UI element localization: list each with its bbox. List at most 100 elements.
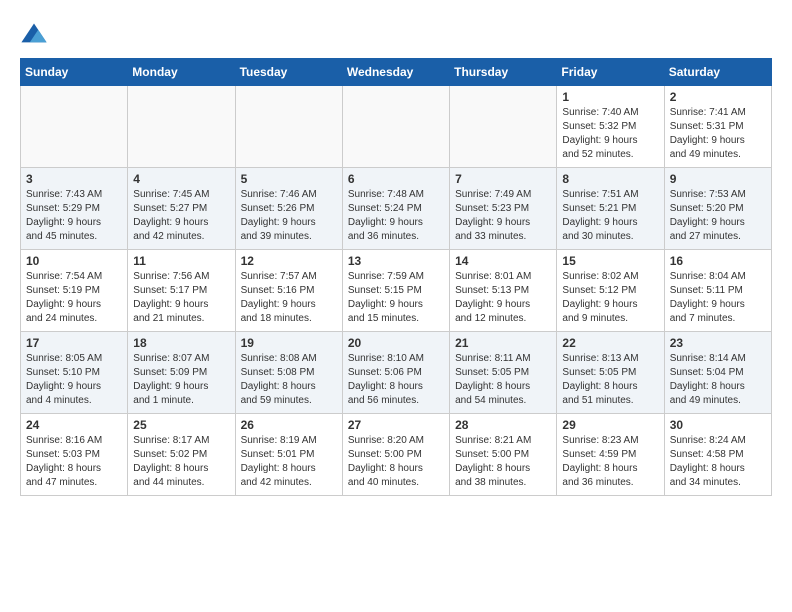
day-info: Sunrise: 7:57 AM Sunset: 5:16 PM Dayligh… <box>241 270 337 326</box>
calendar-cell: 7 Sunrise: 7:49 AM Sunset: 5:23 PM Daylig… <box>450 168 557 250</box>
day-info: Sunrise: 8:20 AM Sunset: 5:00 PM Dayligh… <box>348 434 444 490</box>
calendar-cell: 8 Sunrise: 7:51 AM Sunset: 5:21 PM Daylig… <box>557 168 664 250</box>
day-info: Sunrise: 8:04 AM Sunset: 5:11 PM Dayligh… <box>670 270 766 326</box>
header-monday: Monday <box>128 59 235 86</box>
day-number: 13 <box>348 254 444 268</box>
day-info: Sunrise: 7:51 AM Sunset: 5:21 PM Dayligh… <box>562 188 658 244</box>
day-number: 30 <box>670 418 766 432</box>
calendar-cell: 25 Sunrise: 8:17 AM Sunset: 5:02 PM Dayli… <box>128 414 235 496</box>
day-info: Sunrise: 8:19 AM Sunset: 5:01 PM Dayligh… <box>241 434 337 490</box>
day-info: Sunrise: 7:49 AM Sunset: 5:23 PM Dayligh… <box>455 188 551 244</box>
day-number: 10 <box>26 254 122 268</box>
day-number: 21 <box>455 336 551 350</box>
day-info: Sunrise: 8:14 AM Sunset: 5:04 PM Dayligh… <box>670 352 766 408</box>
day-info: Sunrise: 8:21 AM Sunset: 5:00 PM Dayligh… <box>455 434 551 490</box>
day-number: 17 <box>26 336 122 350</box>
day-number: 9 <box>670 172 766 186</box>
day-number: 8 <box>562 172 658 186</box>
day-info: Sunrise: 7:41 AM Sunset: 5:31 PM Dayligh… <box>670 106 766 162</box>
logo-icon <box>20 20 48 48</box>
day-number: 7 <box>455 172 551 186</box>
day-number: 23 <box>670 336 766 350</box>
logo <box>20 20 52 48</box>
calendar-cell: 28 Sunrise: 8:21 AM Sunset: 5:00 PM Dayli… <box>450 414 557 496</box>
header <box>20 20 772 48</box>
header-friday: Friday <box>557 59 664 86</box>
day-info: Sunrise: 8:13 AM Sunset: 5:05 PM Dayligh… <box>562 352 658 408</box>
day-number: 6 <box>348 172 444 186</box>
calendar-cell <box>21 86 128 168</box>
day-number: 20 <box>348 336 444 350</box>
calendar-cell: 11 Sunrise: 7:56 AM Sunset: 5:17 PM Dayli… <box>128 250 235 332</box>
day-info: Sunrise: 8:07 AM Sunset: 5:09 PM Dayligh… <box>133 352 229 408</box>
calendar-cell: 16 Sunrise: 8:04 AM Sunset: 5:11 PM Dayli… <box>664 250 771 332</box>
day-info: Sunrise: 7:53 AM Sunset: 5:20 PM Dayligh… <box>670 188 766 244</box>
calendar-cell: 19Sunrise: 8:08 AM Sunset: 5:08 PM Dayli… <box>235 332 342 414</box>
day-info: Sunrise: 8:17 AM Sunset: 5:02 PM Dayligh… <box>133 434 229 490</box>
calendar-cell <box>450 86 557 168</box>
day-number: 22 <box>562 336 658 350</box>
calendar-cell: 3 Sunrise: 7:43 AM Sunset: 5:29 PM Daylig… <box>21 168 128 250</box>
day-number: 5 <box>241 172 337 186</box>
header-tuesday: Tuesday <box>235 59 342 86</box>
day-info: Sunrise: 8:02 AM Sunset: 5:12 PM Dayligh… <box>562 270 658 326</box>
day-number: 25 <box>133 418 229 432</box>
week-row-0: 1 Sunrise: 7:40 AM Sunset: 5:32 PM Daylig… <box>21 86 772 168</box>
day-info: Sunrise: 7:45 AM Sunset: 5:27 PM Dayligh… <box>133 188 229 244</box>
calendar-header-row: SundayMondayTuesdayWednesdayThursdayFrid… <box>21 59 772 86</box>
calendar-cell <box>342 86 449 168</box>
calendar-cell <box>128 86 235 168</box>
calendar-cell: 4 Sunrise: 7:45 AM Sunset: 5:27 PM Daylig… <box>128 168 235 250</box>
day-number: 29 <box>562 418 658 432</box>
day-info: Sunrise: 7:56 AM Sunset: 5:17 PM Dayligh… <box>133 270 229 326</box>
week-row-2: 10 Sunrise: 7:54 AM Sunset: 5:19 PM Dayli… <box>21 250 772 332</box>
day-number: 2 <box>670 90 766 104</box>
week-row-3: 17 Sunrise: 8:05 AM Sunset: 5:10 PM Dayli… <box>21 332 772 414</box>
calendar-cell: 6Sunrise: 7:48 AM Sunset: 5:24 PM Daylig… <box>342 168 449 250</box>
day-info: Sunrise: 7:43 AM Sunset: 5:29 PM Dayligh… <box>26 188 122 244</box>
calendar-cell: 27 Sunrise: 8:20 AM Sunset: 5:00 PM Dayli… <box>342 414 449 496</box>
day-info: Sunrise: 8:05 AM Sunset: 5:10 PM Dayligh… <box>26 352 122 408</box>
calendar-table: SundayMondayTuesdayWednesdayThursdayFrid… <box>20 58 772 496</box>
day-number: 28 <box>455 418 551 432</box>
header-thursday: Thursday <box>450 59 557 86</box>
calendar-cell: 1 Sunrise: 7:40 AM Sunset: 5:32 PM Daylig… <box>557 86 664 168</box>
day-info: Sunrise: 7:40 AM Sunset: 5:32 PM Dayligh… <box>562 106 658 162</box>
day-info: Sunrise: 8:01 AM Sunset: 5:13 PM Dayligh… <box>455 270 551 326</box>
day-info: Sunrise: 8:10 AM Sunset: 5:06 PM Dayligh… <box>348 352 444 408</box>
calendar-cell: 13 Sunrise: 7:59 AM Sunset: 5:15 PM Dayli… <box>342 250 449 332</box>
day-info: Sunrise: 7:54 AM Sunset: 5:19 PM Dayligh… <box>26 270 122 326</box>
calendar-cell: 2 Sunrise: 7:41 AM Sunset: 5:31 PM Daylig… <box>664 86 771 168</box>
week-row-1: 3 Sunrise: 7:43 AM Sunset: 5:29 PM Daylig… <box>21 168 772 250</box>
calendar-cell: 9 Sunrise: 7:53 AM Sunset: 5:20 PM Daylig… <box>664 168 771 250</box>
calendar-cell: 18 Sunrise: 8:07 AM Sunset: 5:09 PM Dayli… <box>128 332 235 414</box>
calendar-cell: 21 Sunrise: 8:11 AM Sunset: 5:05 PM Dayli… <box>450 332 557 414</box>
calendar-cell: 29Sunrise: 8:23 AM Sunset: 4:59 PM Dayli… <box>557 414 664 496</box>
day-number: 3 <box>26 172 122 186</box>
calendar-cell: 10 Sunrise: 7:54 AM Sunset: 5:19 PM Dayli… <box>21 250 128 332</box>
header-sunday: Sunday <box>21 59 128 86</box>
day-info: Sunrise: 7:59 AM Sunset: 5:15 PM Dayligh… <box>348 270 444 326</box>
day-number: 24 <box>26 418 122 432</box>
day-number: 4 <box>133 172 229 186</box>
day-number: 27 <box>348 418 444 432</box>
calendar-cell: 30Sunrise: 8:24 AM Sunset: 4:58 PM Dayli… <box>664 414 771 496</box>
calendar-cell: 26 Sunrise: 8:19 AM Sunset: 5:01 PM Dayli… <box>235 414 342 496</box>
calendar-cell: 24 Sunrise: 8:16 AM Sunset: 5:03 PM Dayli… <box>21 414 128 496</box>
day-number: 18 <box>133 336 229 350</box>
calendar-cell: 15 Sunrise: 8:02 AM Sunset: 5:12 PM Dayli… <box>557 250 664 332</box>
calendar-cell <box>235 86 342 168</box>
day-number: 11 <box>133 254 229 268</box>
day-info: Sunrise: 8:11 AM Sunset: 5:05 PM Dayligh… <box>455 352 551 408</box>
day-info: Sunrise: 7:46 AM Sunset: 5:26 PM Dayligh… <box>241 188 337 244</box>
day-info: Sunrise: 8:16 AM Sunset: 5:03 PM Dayligh… <box>26 434 122 490</box>
day-number: 1 <box>562 90 658 104</box>
day-number: 26 <box>241 418 337 432</box>
day-number: 19 <box>241 336 337 350</box>
calendar-cell: 12Sunrise: 7:57 AM Sunset: 5:16 PM Dayli… <box>235 250 342 332</box>
day-number: 16 <box>670 254 766 268</box>
calendar-cell: 20 Sunrise: 8:10 AM Sunset: 5:06 PM Dayli… <box>342 332 449 414</box>
calendar-cell: 5 Sunrise: 7:46 AM Sunset: 5:26 PM Daylig… <box>235 168 342 250</box>
day-number: 15 <box>562 254 658 268</box>
header-wednesday: Wednesday <box>342 59 449 86</box>
